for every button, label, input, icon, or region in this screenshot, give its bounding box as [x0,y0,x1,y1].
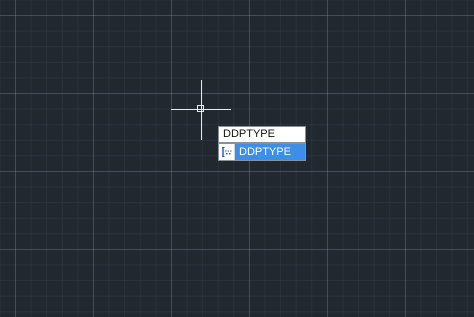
autocomplete-item[interactable]: DDPTYPE [219,144,305,160]
autocomplete-item-label: DDPTYPE [235,144,305,160]
dynamic-input-field[interactable]: DDPTYPE [218,126,306,143]
drawing-canvas[interactable]: DDPTYPE DDPTYPE [0,0,474,317]
point-style-icon [219,144,235,160]
command-autocomplete-list: DDPTYPE [218,143,306,161]
pickbox [197,105,204,112]
